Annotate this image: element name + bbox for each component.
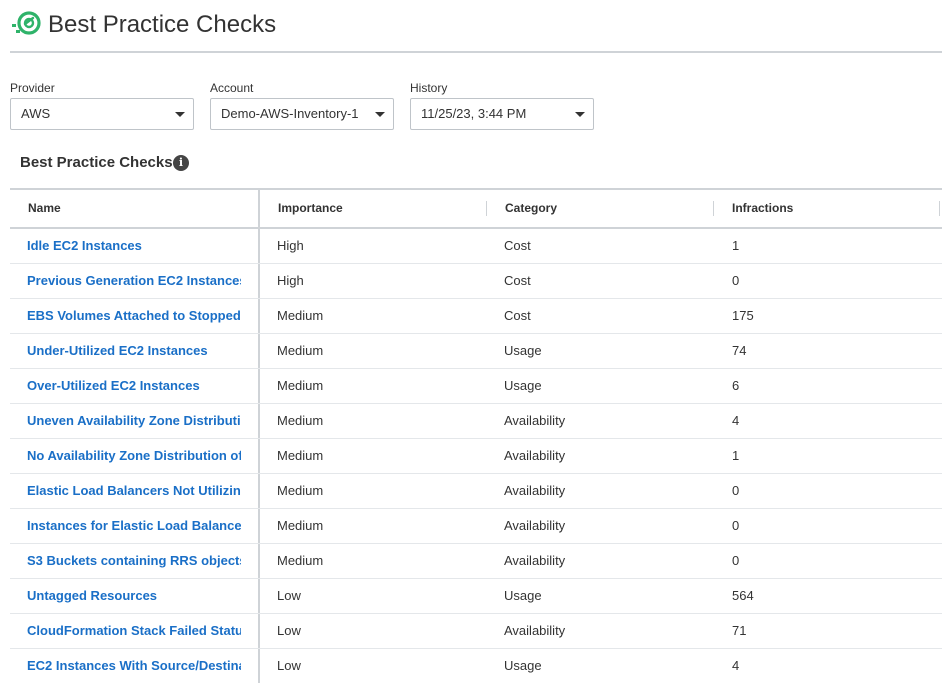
importance-cell: Medium (277, 343, 324, 358)
check-name-link[interactable]: CloudFormation Stack Failed Status (27, 614, 241, 648)
table-row[interactable]: S3 Buckets containing RRS objects b Mediu… (10, 544, 942, 579)
importance-cell: Low (277, 588, 301, 603)
category-cell: Availability (504, 483, 566, 498)
importance-cell: High (277, 238, 304, 253)
provider-select-value: AWS (21, 106, 51, 121)
app-logo-icon (12, 11, 41, 35)
infractions-cell: 0 (732, 553, 740, 568)
provider-select[interactable]: AWS (10, 98, 194, 130)
account-select-value: Demo-AWS-Inventory-1 (221, 106, 359, 121)
table-row[interactable]: Over-Utilized EC2 Instances Medium Usage 6 (10, 369, 942, 404)
importance-cell: Medium (277, 483, 324, 498)
importance-cell: High (277, 273, 304, 288)
importance-cell: Low (277, 658, 301, 673)
check-name-link[interactable]: EC2 Instances With Source/Destinati (27, 649, 241, 683)
infractions-cell: 1 (732, 238, 740, 253)
importance-cell: Medium (277, 553, 324, 568)
importance-cell: Medium (277, 413, 324, 428)
category-cell: Usage (504, 588, 542, 603)
account-label: Account (210, 81, 254, 95)
column-header-name[interactable]: Name (28, 190, 61, 227)
provider-field: Provider AWS (10, 80, 194, 130)
page-title: Best Practice Checks (48, 11, 277, 38)
column-header-category[interactable]: Category (505, 190, 557, 227)
history-field: History 11/25/23, 3:44 PM (410, 80, 594, 130)
table-row[interactable]: Under-Utilized EC2 Instances Medium Usage 7… (10, 334, 942, 369)
table-row[interactable]: Previous Generation EC2 Instances S High C… (10, 264, 942, 299)
category-cell: Availability (504, 413, 566, 428)
table-row[interactable]: Untagged Resources Low Usage 564 (10, 579, 942, 614)
infractions-cell: 175 (732, 308, 754, 323)
importance-cell: Medium (277, 448, 324, 463)
infractions-cell: 6 (732, 378, 740, 393)
category-cell: Availability (504, 553, 566, 568)
table-row[interactable]: Uneven Availability Zone Distributio Medi… (10, 404, 942, 439)
column-separator[interactable] (713, 201, 714, 216)
check-name-link[interactable]: Previous Generation EC2 Instances S (27, 264, 241, 298)
history-label: History (410, 81, 448, 95)
history-select[interactable]: 11/25/23, 3:44 PM (410, 98, 594, 130)
check-name-link[interactable]: No Availability Zone Distribution of E (27, 439, 241, 473)
table-row[interactable]: No Availability Zone Distribution of E Me… (10, 439, 942, 474)
infractions-cell: 4 (732, 413, 740, 428)
check-name-link[interactable]: Under-Utilized EC2 Instances (27, 334, 241, 368)
check-name-link[interactable]: Elastic Load Balancers Not Utilizing I (27, 474, 241, 508)
table-row[interactable]: Elastic Load Balancers Not Utilizing I Me… (10, 474, 942, 509)
importance-cell: Low (277, 623, 301, 638)
importance-cell: Medium (277, 378, 324, 393)
check-name-link[interactable]: Uneven Availability Zone Distributio (27, 404, 241, 438)
table-header: Name Importance Category Infractions (10, 190, 942, 229)
table-body: Idle EC2 Instances High Cost 1 Previous Gene… (10, 229, 942, 683)
check-name-link[interactable]: Instances for Elastic Load Balancer U (27, 509, 241, 543)
check-name-link[interactable]: S3 Buckets containing RRS objects b (27, 544, 241, 578)
category-cell: Cost (504, 308, 531, 323)
category-cell: Availability (504, 623, 566, 638)
infractions-cell: 1 (732, 448, 740, 463)
category-cell: Availability (504, 518, 566, 533)
importance-cell: Medium (277, 518, 324, 533)
category-cell: Availability (504, 448, 566, 463)
chevron-down-icon (175, 112, 185, 117)
table-row[interactable]: EBS Volumes Attached to Stopped EC Medium… (10, 299, 942, 334)
column-header-infractions[interactable]: Infractions (732, 190, 793, 227)
chevron-down-icon (375, 112, 385, 117)
account-select[interactable]: Demo-AWS-Inventory-1 (210, 98, 394, 130)
infractions-cell: 4 (732, 658, 740, 673)
check-name-link[interactable]: Over-Utilized EC2 Instances (27, 369, 241, 403)
category-cell: Usage (504, 378, 542, 393)
info-icon[interactable]: i (173, 155, 189, 171)
infractions-cell: 0 (732, 483, 740, 498)
column-header-importance[interactable]: Importance (278, 190, 343, 227)
category-cell: Usage (504, 343, 542, 358)
history-select-value: 11/25/23, 3:44 PM (421, 106, 527, 121)
best-practice-table: Name Importance Category Infractions Idl… (10, 188, 942, 683)
page-header: Best Practice Checks (10, 0, 942, 53)
table-row[interactable]: Idle EC2 Instances High Cost 1 (10, 229, 942, 264)
table-row[interactable]: CloudFormation Stack Failed Status Low Ava… (10, 614, 942, 649)
column-separator[interactable] (486, 201, 487, 216)
provider-label: Provider (10, 81, 55, 95)
category-cell: Cost (504, 238, 531, 253)
importance-cell: Medium (277, 308, 324, 323)
infractions-cell: 564 (732, 588, 754, 603)
table-row[interactable]: EC2 Instances With Source/Destinati Low Us… (10, 649, 942, 683)
table-row[interactable]: Instances for Elastic Load Balancer U Med… (10, 509, 942, 544)
infractions-cell: 0 (732, 518, 740, 533)
infractions-cell: 74 (732, 343, 747, 358)
infractions-cell: 0 (732, 273, 740, 288)
account-field: Account Demo-AWS-Inventory-1 (210, 80, 394, 130)
check-name-link[interactable]: Untagged Resources (27, 579, 241, 613)
section-title: Best Practice Checks (20, 154, 173, 171)
column-separator[interactable] (939, 201, 940, 216)
check-name-link[interactable]: EBS Volumes Attached to Stopped EC (27, 299, 241, 333)
check-name-link[interactable]: Idle EC2 Instances (27, 229, 241, 263)
category-cell: Usage (504, 658, 542, 673)
category-cell: Cost (504, 273, 531, 288)
chevron-down-icon (575, 112, 585, 117)
infractions-cell: 71 (732, 623, 747, 638)
